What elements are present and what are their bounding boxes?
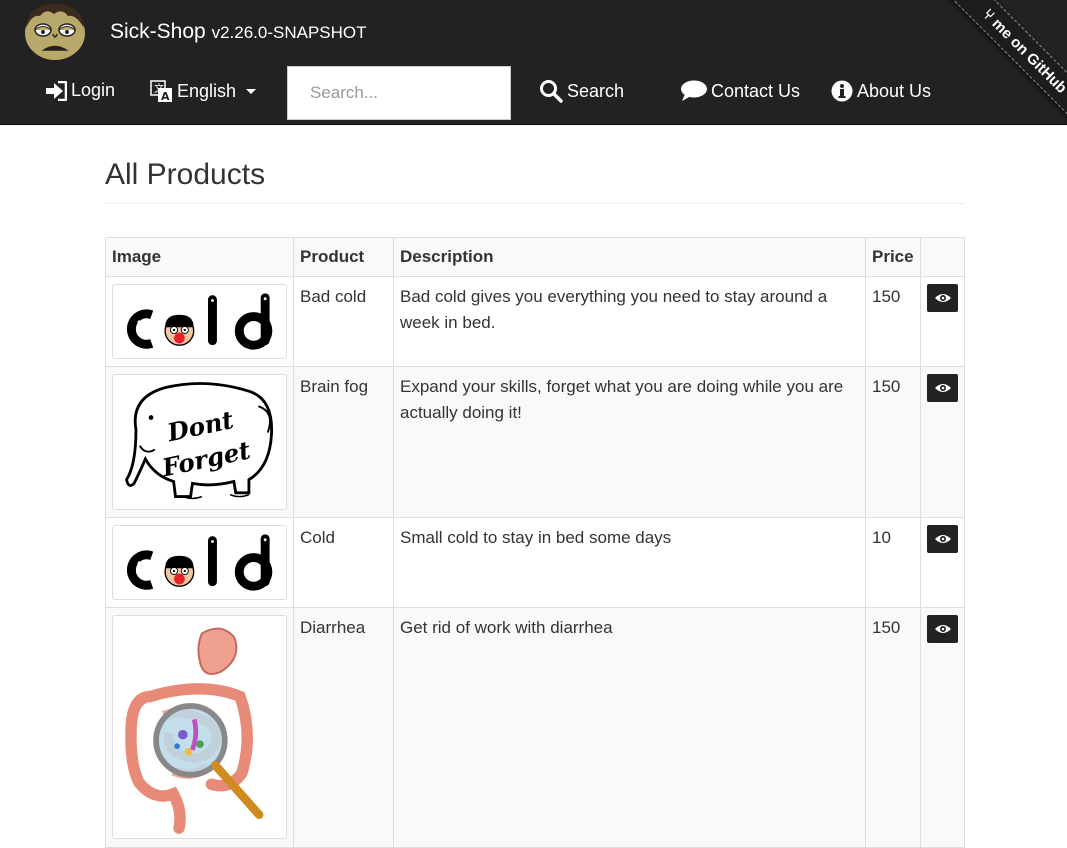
cold-image[interactable] bbox=[112, 284, 287, 359]
sick-face-logo[interactable] bbox=[18, 0, 92, 62]
product-description: Small cold to stay in bed some days bbox=[393, 517, 866, 608]
svg-text:A: A bbox=[161, 90, 170, 103]
product-name: Diarrhea bbox=[293, 607, 394, 848]
brand[interactable]: Sick-Shop v2.26.0-SNAPSHOT bbox=[110, 20, 367, 44]
product-name: Cold bbox=[293, 517, 394, 608]
view-product-button[interactable] bbox=[927, 615, 958, 643]
page-title: All Products bbox=[105, 158, 266, 191]
chevron-down-icon bbox=[246, 89, 257, 94]
eye-icon bbox=[934, 535, 951, 543]
intestines-magnifier-image[interactable] bbox=[112, 615, 287, 839]
table-header-row: Image Product Description Price bbox=[105, 237, 965, 277]
login-icon bbox=[45, 80, 67, 101]
login-label: Login bbox=[71, 80, 116, 100]
search-icon bbox=[539, 79, 563, 103]
product-description: Get rid of work with diarrhea bbox=[393, 607, 866, 848]
login-link[interactable]: Login bbox=[45, 80, 115, 101]
language-dropdown[interactable]: 文 A English bbox=[150, 80, 257, 103]
product-description: Expand your skills, forget what you are … bbox=[393, 366, 866, 518]
github-ribbon[interactable]: ⑂ me on GitHub bbox=[897, 0, 1067, 170]
column-header-description[interactable]: Description bbox=[393, 237, 866, 277]
search-button[interactable]: Search bbox=[539, 79, 624, 103]
column-header-actions bbox=[920, 237, 965, 277]
column-header-price[interactable]: Price bbox=[865, 237, 921, 277]
elephant-dont-forget-image[interactable]: Dont Forget bbox=[112, 374, 287, 510]
product-price: 150 bbox=[865, 276, 921, 367]
eye-icon bbox=[934, 294, 951, 302]
brand-version: v2.26.0-SNAPSHOT bbox=[211, 23, 367, 42]
product-name: Bad cold bbox=[293, 276, 394, 367]
page-header: All Products bbox=[105, 158, 965, 204]
view-product-button[interactable] bbox=[927, 374, 958, 402]
column-header-image[interactable]: Image bbox=[105, 237, 294, 277]
eye-icon bbox=[934, 384, 951, 392]
brand-name: Sick-Shop bbox=[110, 20, 206, 43]
view-product-button[interactable] bbox=[927, 284, 958, 312]
language-label: English bbox=[177, 81, 237, 101]
product-price: 150 bbox=[865, 607, 921, 848]
product-price: 150 bbox=[865, 366, 921, 518]
product-description: Bad cold gives you everything you need t… bbox=[393, 276, 866, 367]
table-row: Diarrhea Get rid of work with diarrhea 1… bbox=[105, 607, 965, 848]
product-price: 10 bbox=[865, 517, 921, 608]
table-row: Bad cold Bad cold gives you everything y… bbox=[105, 276, 965, 367]
column-header-product[interactable]: Product bbox=[293, 237, 394, 277]
chat-bubble-icon bbox=[680, 80, 707, 102]
translate-icon: 文 A bbox=[150, 80, 173, 103]
contact-link[interactable]: Contact Us bbox=[680, 80, 800, 102]
info-icon bbox=[831, 80, 853, 102]
search-input[interactable] bbox=[287, 66, 511, 120]
cold-image[interactable] bbox=[112, 525, 287, 600]
products-table: Image Product Description Price Bad cold… bbox=[105, 237, 965, 848]
view-product-button[interactable] bbox=[927, 525, 958, 553]
table-row: Cold Small cold to stay in bed some days… bbox=[105, 517, 965, 608]
contact-label: Contact Us bbox=[711, 80, 801, 101]
table-row: Dont Forget Brain fog Expand your skills… bbox=[105, 366, 965, 518]
eye-icon bbox=[934, 625, 951, 633]
product-name: Brain fog bbox=[293, 366, 394, 518]
search-label: Search bbox=[567, 80, 625, 101]
github-ribbon-label: ⑂ me on GitHub bbox=[929, 0, 1067, 147]
top-navbar: Sick-Shop v2.26.0-SNAPSHOT Login 文 A Eng… bbox=[0, 0, 1067, 147]
